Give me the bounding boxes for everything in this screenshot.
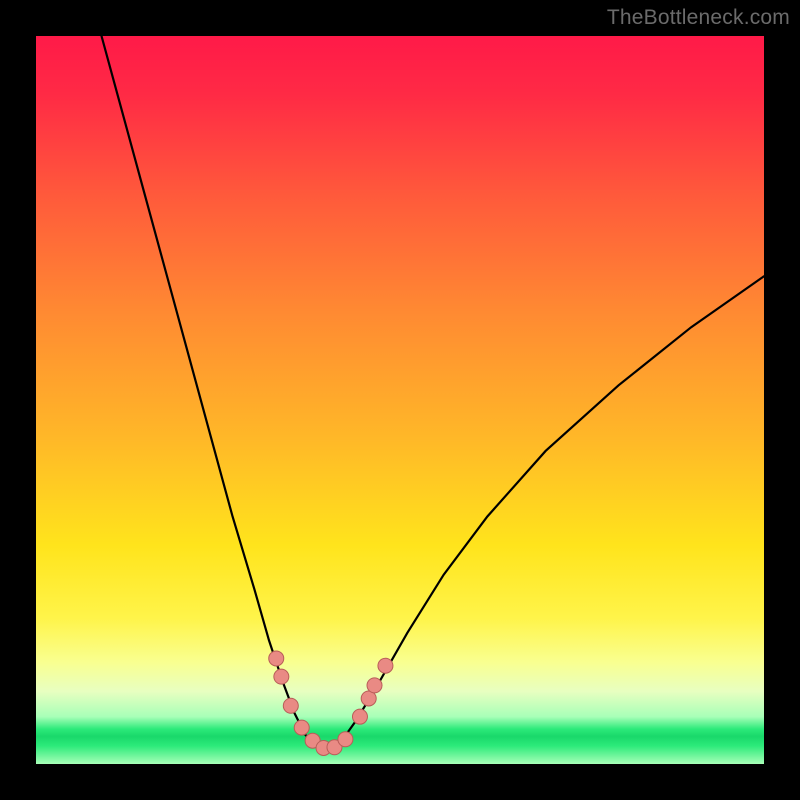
chart-frame: TheBottleneck.com [0, 0, 800, 800]
watermark-text: TheBottleneck.com [607, 6, 790, 30]
marker-point [378, 658, 393, 673]
marker-point [352, 709, 367, 724]
curve-svg [36, 36, 764, 764]
bottleneck-curve [102, 36, 764, 749]
marker-point [367, 678, 382, 693]
marker-point [269, 651, 284, 666]
marker-point [283, 698, 298, 713]
marker-point [274, 669, 289, 684]
marker-point [294, 720, 309, 735]
plot-area [36, 36, 764, 764]
marker-point [338, 732, 353, 747]
markers-group [269, 651, 393, 756]
